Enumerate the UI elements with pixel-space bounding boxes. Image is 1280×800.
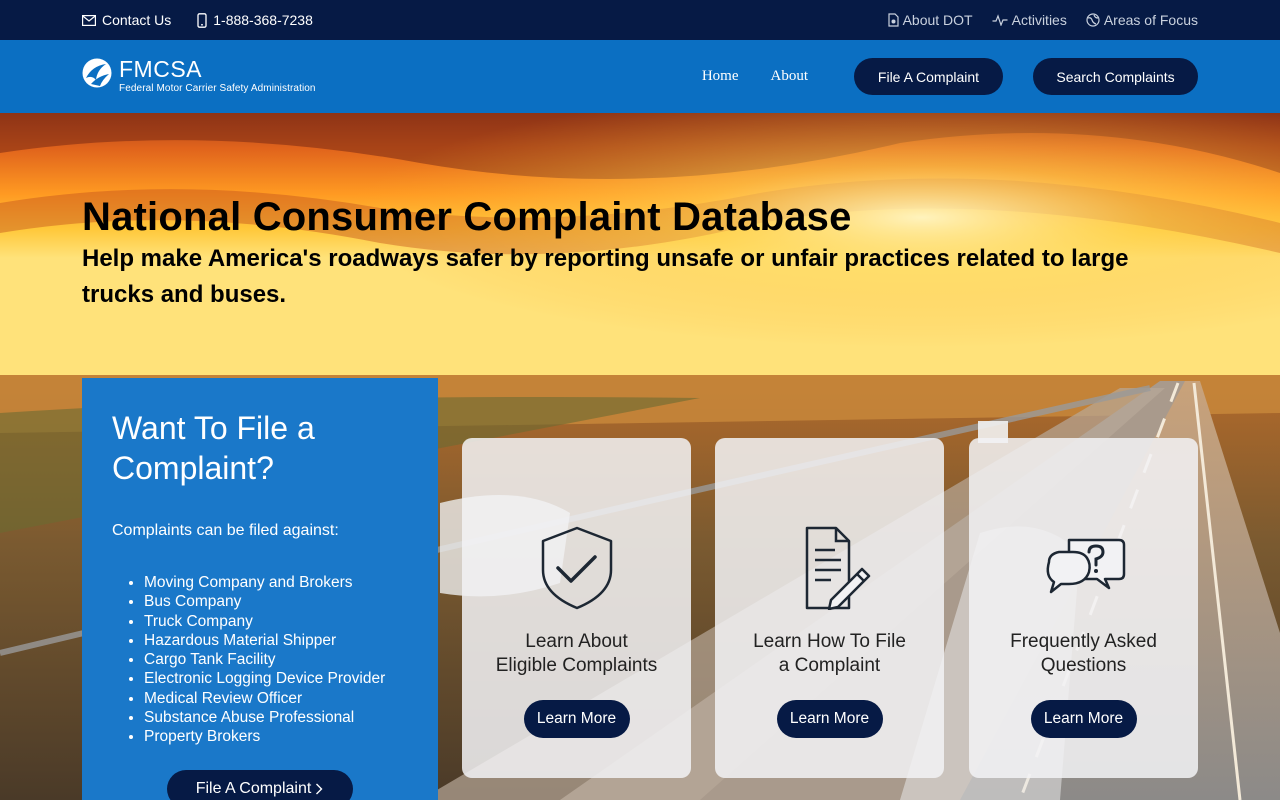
document-pencil-icon bbox=[805, 526, 870, 610]
list-item: Truck Company bbox=[144, 612, 408, 631]
envelope-icon bbox=[82, 14, 96, 26]
list-item: Moving Company and Brokers bbox=[144, 573, 408, 592]
document-icon bbox=[887, 13, 899, 27]
hero-title: National Consumer Complaint Database bbox=[82, 195, 852, 239]
utility-bar: Contact Us 1-888-368-7238 About DOT Acti… bbox=[0, 0, 1280, 40]
about-dot-link[interactable]: About DOT bbox=[887, 12, 973, 28]
globe-icon bbox=[1086, 13, 1100, 27]
list-item: Cargo Tank Facility bbox=[144, 650, 408, 669]
contact-us-label: Contact Us bbox=[102, 12, 172, 28]
card-title: Learn How To File a Complaint bbox=[715, 630, 944, 678]
learn-more-button[interactable]: Learn More bbox=[776, 700, 883, 738]
logo-name: FMCSA bbox=[119, 56, 202, 82]
shield-check-icon bbox=[541, 526, 612, 610]
hero-section: National Consumer Complaint Database Hel… bbox=[0, 113, 1280, 800]
card-title-line: Questions bbox=[1040, 655, 1127, 676]
card-title-line: a Complaint bbox=[778, 655, 881, 676]
search-complaints-button[interactable]: Search Complaints bbox=[1033, 58, 1198, 95]
activities-label: Activities bbox=[1011, 12, 1067, 28]
phone-icon bbox=[197, 12, 207, 28]
file-complaint-button[interactable]: File A Complaint bbox=[854, 58, 1003, 95]
list-item: Electronic Logging Device Provider bbox=[144, 669, 408, 688]
contact-us-link[interactable]: Contact Us bbox=[82, 12, 171, 28]
panel-intro: Complaints can be filed against: bbox=[112, 522, 339, 539]
pulse-icon bbox=[992, 14, 1008, 26]
learn-more-button[interactable]: Learn More bbox=[523, 700, 630, 738]
list-item: Medical Review Officer bbox=[144, 689, 408, 708]
logo-subtitle: Federal Motor Carrier Safety Administrat… bbox=[119, 83, 316, 94]
utility-left: Contact Us 1-888-368-7238 bbox=[82, 0, 313, 40]
fmcsa-logo[interactable]: FMCSA Federal Motor Carrier Safety Admin… bbox=[82, 56, 316, 94]
nav-home-link[interactable]: Home bbox=[702, 68, 739, 85]
panel-title: Want To File a Complaint? bbox=[112, 410, 315, 486]
card-title-line: Learn About bbox=[525, 631, 628, 652]
site-header: FMCSA Federal Motor Carrier Safety Admin… bbox=[0, 40, 1280, 113]
list-item: Substance Abuse Professional bbox=[144, 708, 408, 727]
chat-question-icon bbox=[1046, 538, 1125, 594]
phone-label: 1-888-368-7238 bbox=[213, 12, 313, 28]
card-title: Learn About Eligible Complaints bbox=[462, 630, 691, 678]
hero-subtitle: Help make America's roadways safer by re… bbox=[82, 245, 1129, 308]
fmcsa-logo-icon bbox=[82, 58, 112, 88]
card-faq: Frequently Asked Questions Learn More bbox=[969, 438, 1198, 778]
card-title-line: Frequently Asked bbox=[1010, 631, 1157, 652]
learn-more-button[interactable]: Learn More bbox=[1030, 700, 1137, 738]
card-title-line: Learn How To File bbox=[753, 631, 906, 652]
card-title-line: Eligible Complaints bbox=[495, 655, 658, 676]
complaint-types-list: Moving Company and Brokers Bus Company T… bbox=[112, 573, 408, 747]
areas-of-focus-link[interactable]: Areas of Focus bbox=[1086, 12, 1198, 28]
panel-file-complaint-button[interactable]: File A Complaint bbox=[167, 770, 353, 800]
chevron-right-icon bbox=[316, 783, 323, 795]
list-item: Property Brokers bbox=[144, 727, 408, 746]
list-item: Bus Company bbox=[144, 592, 408, 611]
card-title: Frequently Asked Questions bbox=[969, 630, 1198, 678]
file-complaint-panel: Want To File a Complaint? Complaints can… bbox=[82, 378, 438, 800]
main-nav: Home About File A Complaint Search Compl… bbox=[702, 58, 1198, 95]
list-item: Hazardous Material Shipper bbox=[144, 631, 408, 650]
areas-of-focus-label: Areas of Focus bbox=[1103, 12, 1198, 28]
card-eligible-complaints: Learn About Eligible Complaints Learn Mo… bbox=[462, 438, 691, 778]
logo-text: FMCSA Federal Motor Carrier Safety Admin… bbox=[119, 56, 316, 94]
about-dot-label: About DOT bbox=[902, 12, 973, 28]
utility-right: About DOT Activities Areas of Focus bbox=[887, 0, 1198, 40]
card-how-to-file: Learn How To File a Complaint Learn More bbox=[715, 438, 944, 778]
phone-link[interactable]: 1-888-368-7238 bbox=[197, 12, 313, 28]
nav-about-link[interactable]: About bbox=[771, 68, 809, 85]
panel-button-label: File A Complaint bbox=[195, 780, 312, 797]
activities-link[interactable]: Activities bbox=[992, 12, 1067, 28]
